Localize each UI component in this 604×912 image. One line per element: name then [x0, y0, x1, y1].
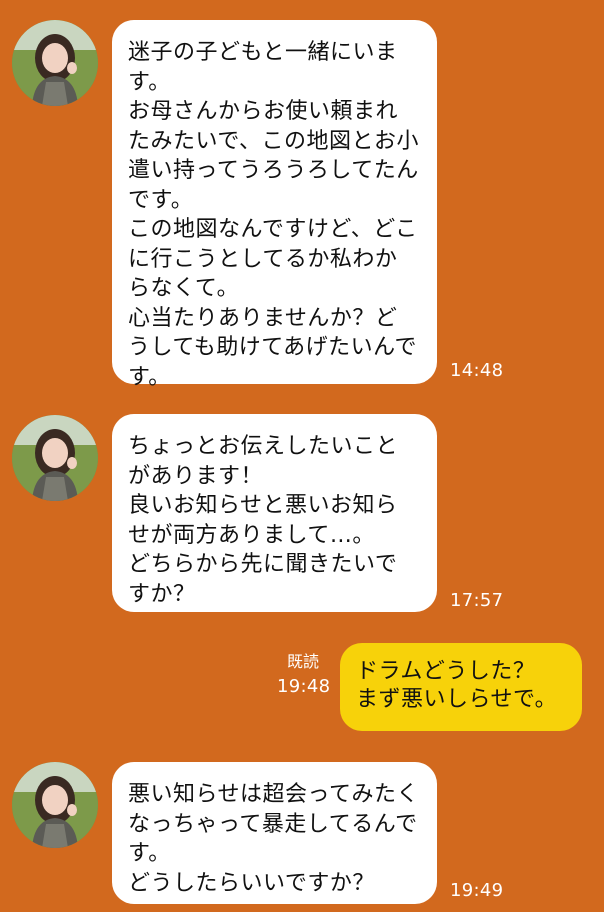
- message-bubble-received[interactable]: 迷子の子どもと一緒にいます。 お母さんからお使い頼まれたみたいで、この地図とお小…: [112, 20, 437, 390]
- chat-thread: 迷子の子どもと一緒にいます。 お母さんからお使い頼まれたみたいで、この地図とお小…: [0, 0, 604, 912]
- contact-avatar[interactable]: [12, 415, 98, 501]
- message-bubble-received[interactable]: 悪い知らせは超会ってみたくなっちゃって暴走してるんです。 どうしたらいいですか？: [112, 762, 437, 904]
- message-timestamp: 14:48: [450, 360, 504, 381]
- contact-avatar[interactable]: [12, 762, 98, 848]
- message-bubble-received[interactable]: ちょっとお伝えしたいことがあります！ 良いお知らせと悪いお知らせが両方ありまして…: [112, 414, 437, 612]
- avatar-photo-icon: [12, 20, 98, 106]
- avatar-photo-icon: [12, 762, 98, 848]
- message-timestamp: 19:48: [277, 676, 331, 697]
- message-timestamp: 17:57: [450, 590, 504, 611]
- avatar-photo-icon: [12, 415, 98, 501]
- message-bubble-sent[interactable]: ドラムどうした？ まず悪いしらせで。: [340, 643, 582, 731]
- message-timestamp: 19:49: [450, 880, 504, 901]
- contact-avatar[interactable]: [12, 20, 98, 106]
- read-receipt: 既読: [287, 652, 320, 671]
